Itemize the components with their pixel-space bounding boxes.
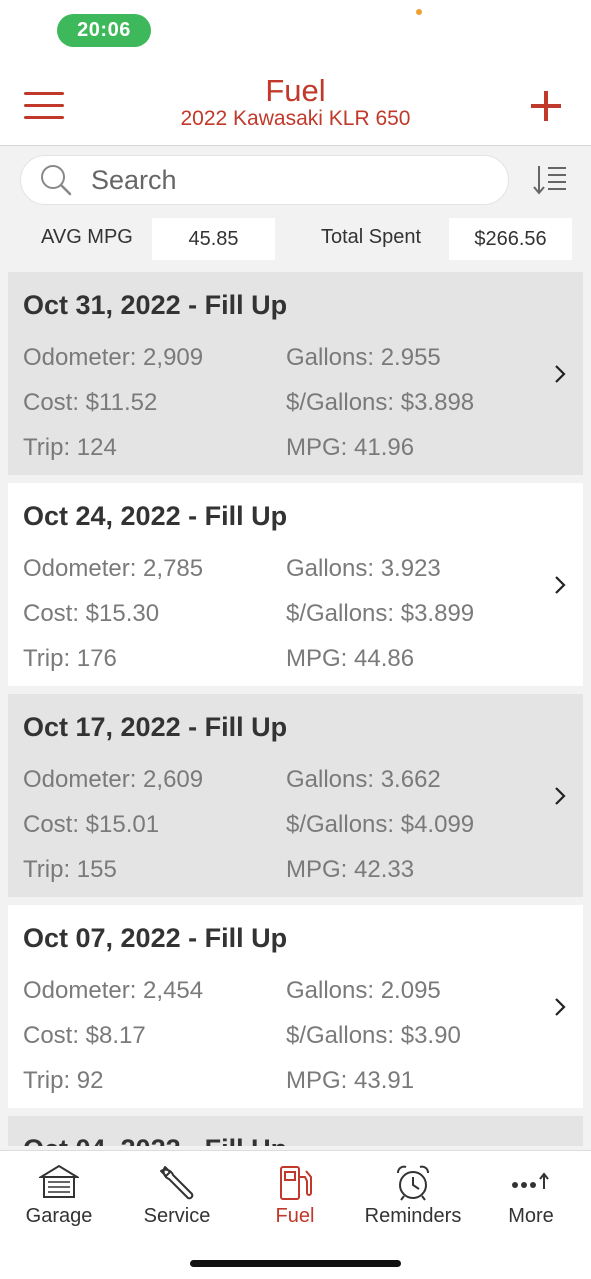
fuel-entry-row[interactable]: Oct 31, 2022 - Fill Up Odometer: 2,909 G… (8, 272, 583, 475)
tab-garage[interactable]: Garage (0, 1163, 118, 1235)
chevron-right-icon (555, 787, 566, 805)
entry-gallons: Gallons: 3.662 (286, 766, 441, 793)
entry-gallons: Gallons: 2.095 (286, 977, 441, 1004)
tab-fuel[interactable]: Fuel (236, 1163, 354, 1235)
entry-mpg: MPG: 41.96 (286, 434, 415, 461)
sort-button[interactable] (530, 160, 570, 200)
entry-cost: Cost: $15.01 (23, 811, 160, 838)
status-bar: 20:06 (0, 0, 591, 62)
entry-title: Oct 31, 2022 - Fill Up (23, 290, 288, 320)
privacy-indicator-dot (416, 9, 422, 15)
entry-trip: Trip: 176 (23, 645, 117, 672)
fuel-entry-list[interactable]: Oct 31, 2022 - Fill Up Odometer: 2,909 G… (8, 272, 583, 1146)
sort-icon (533, 166, 566, 195)
avg-mpg-label: AVG MPG (41, 226, 133, 248)
page-title: Fuel (265, 73, 326, 108)
fuel-entry-row[interactable]: Oct 07, 2022 - Fill Up Odometer: 2,454 G… (8, 905, 583, 1108)
tab-label: Reminders (364, 1205, 462, 1227)
nav-bar: Fuel 2022 Kawasaki KLR 650 (0, 62, 591, 146)
entry-price-per-gallon: $/Gallons: $3.90 (286, 1022, 461, 1049)
home-indicator[interactable] (190, 1260, 401, 1267)
alarm-clock-icon (397, 1165, 429, 1201)
entry-odometer: Odometer: 2,909 (23, 344, 204, 371)
tab-more[interactable]: More (472, 1163, 590, 1235)
entry-title: Oct 24, 2022 - Fill Up (23, 501, 288, 531)
tab-label: Garage (25, 1205, 93, 1227)
entry-mpg: MPG: 42.33 (286, 856, 415, 883)
tab-label: More (508, 1205, 554, 1227)
status-time: 20:06 (57, 14, 151, 47)
entry-trip: Trip: 155 (23, 856, 117, 883)
fuel-entry-row[interactable]: Oct 17, 2022 - Fill Up Odometer: 2,609 G… (8, 694, 583, 897)
entry-mpg: MPG: 44.86 (286, 645, 415, 672)
fuel-entry-row[interactable]: Oct 04, 2022 - Fill Up (8, 1116, 583, 1146)
wrench-icon (160, 1166, 194, 1200)
entry-gallons: Gallons: 3.923 (286, 555, 441, 582)
entry-mpg: MPG: 43.91 (286, 1067, 415, 1094)
chevron-right-icon (555, 365, 566, 383)
tab-service[interactable]: Service (118, 1163, 236, 1235)
fuel-pump-icon (280, 1166, 312, 1200)
tab-label: Fuel (275, 1205, 315, 1227)
fuel-entry-row[interactable]: Oct 24, 2022 - Fill Up Odometer: 2,785 G… (8, 483, 583, 686)
entry-odometer: Odometer: 2,454 (23, 977, 204, 1004)
entry-title: Oct 07, 2022 - Fill Up (23, 923, 288, 953)
add-entry-button[interactable] (529, 89, 563, 123)
entry-trip: Trip: 92 (23, 1067, 104, 1094)
entry-price-per-gallon: $/Gallons: $3.899 (286, 600, 475, 627)
chevron-right-icon (555, 998, 566, 1016)
tab-reminders[interactable]: Reminders (354, 1163, 472, 1235)
entry-gallons: Gallons: 2.955 (286, 344, 441, 371)
entry-cost: Cost: $8.17 (23, 1022, 146, 1049)
entry-title: Oct 04, 2022 - Fill Up (23, 1134, 287, 1146)
entry-odometer: Odometer: 2,609 (23, 766, 204, 793)
total-spent-label: Total Spent (321, 226, 422, 248)
tab-label: Service (143, 1205, 211, 1227)
more-icon (512, 1172, 549, 1189)
search-input[interactable] (91, 164, 471, 196)
entry-price-per-gallon: $/Gallons: $4.099 (286, 811, 475, 838)
avg-mpg-value: 45.85 (152, 218, 275, 260)
garage-icon (39, 1164, 79, 1198)
vehicle-subtitle: 2022 Kawasaki KLR 650 (180, 107, 411, 130)
entry-price-per-gallon: $/Gallons: $3.898 (286, 389, 475, 416)
entry-cost: Cost: $11.52 (23, 389, 158, 416)
entry-odometer: Odometer: 2,785 (23, 555, 204, 582)
search-icon (38, 162, 74, 198)
entry-title: Oct 17, 2022 - Fill Up (23, 712, 288, 742)
entry-trip: Trip: 124 (23, 434, 117, 461)
stats-row: AVG MPG 45.85 Total Spent $266.56 (0, 218, 591, 260)
entry-cost: Cost: $15.30 (23, 600, 160, 627)
chevron-right-icon (555, 576, 566, 594)
search-bar[interactable] (20, 155, 509, 205)
total-spent-value: $266.56 (449, 218, 572, 260)
